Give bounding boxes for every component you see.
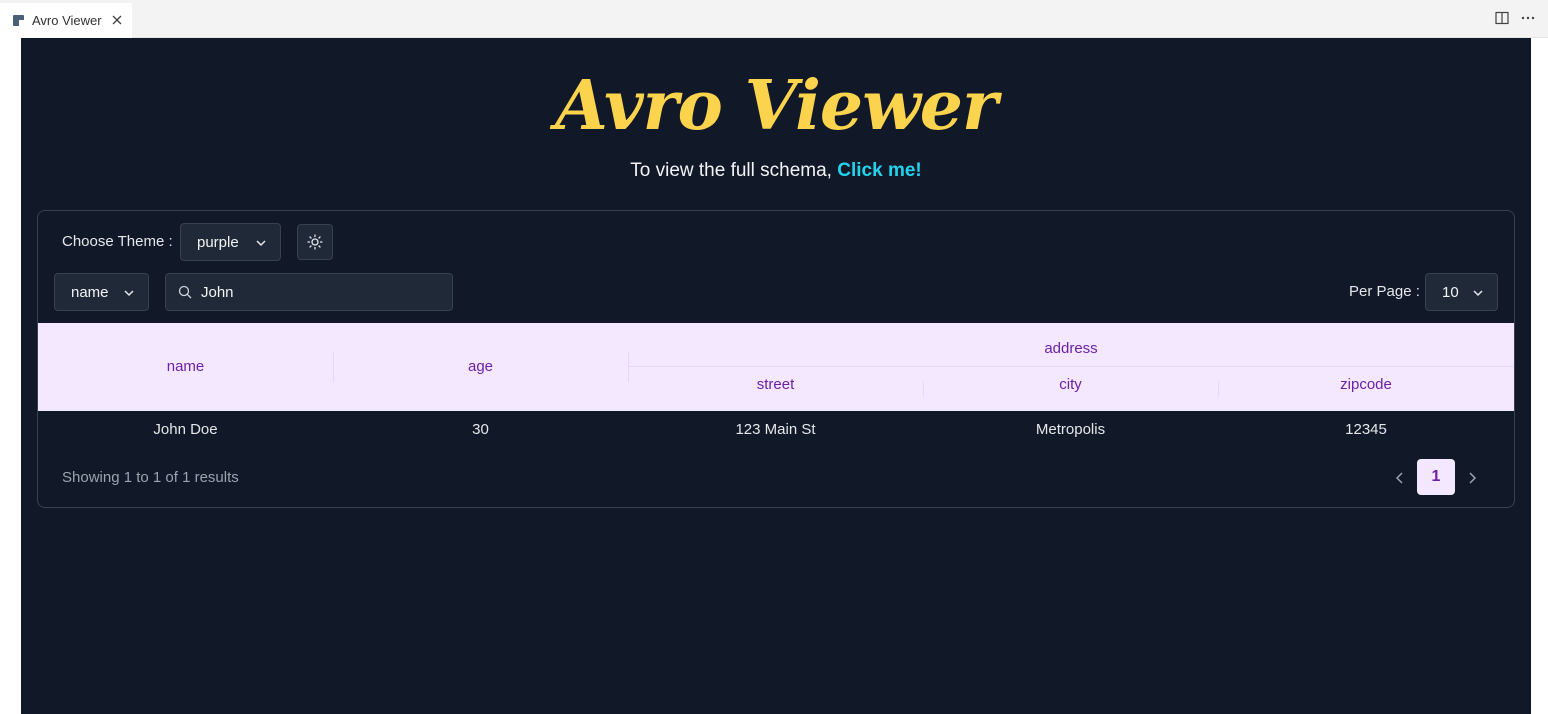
close-icon[interactable] bbox=[109, 12, 125, 28]
cell-city: Metropolis bbox=[1035, 421, 1106, 438]
theme-select-value: purple bbox=[197, 233, 239, 251]
theme-select[interactable]: purple bbox=[180, 223, 281, 261]
sun-icon bbox=[307, 234, 323, 250]
column-header-zipcode[interactable]: zipcode bbox=[1218, 376, 1514, 393]
chevron-right-icon bbox=[1469, 472, 1477, 484]
chevron-down-icon bbox=[1473, 290, 1483, 297]
cell-street: 123 Main St bbox=[735, 421, 816, 438]
page-number-button[interactable]: 1 bbox=[1417, 459, 1455, 495]
column-header-age[interactable]: age bbox=[333, 358, 628, 375]
preview-icon bbox=[13, 15, 24, 26]
table-header: name age address street city zipcode bbox=[38, 323, 1514, 411]
schema-subtitle: To view the full schema, Click me! bbox=[21, 160, 1531, 182]
page-title: Avro Viewer bbox=[555, 66, 998, 146]
previous-page-button[interactable] bbox=[1390, 468, 1410, 488]
chevron-down-icon bbox=[256, 240, 266, 247]
data-table-card: Choose Theme : purple name John Per Page… bbox=[37, 210, 1515, 508]
search-input[interactable] bbox=[201, 283, 441, 301]
column-header-city[interactable]: city bbox=[923, 376, 1218, 393]
column-header-street[interactable]: street bbox=[628, 376, 923, 393]
group-divider bbox=[628, 366, 1514, 367]
avro-viewer-webview: Avro Viewer To view the full schema, Cli… bbox=[21, 38, 1531, 714]
cell-age: 30 bbox=[472, 421, 489, 438]
tab-avro-viewer[interactable]: Avro Viewer bbox=[0, 3, 132, 38]
search-field[interactable] bbox=[165, 273, 453, 311]
theme-mode-toggle[interactable] bbox=[297, 224, 333, 260]
chevron-left-icon bbox=[1395, 472, 1403, 484]
next-page-button[interactable] bbox=[1462, 468, 1482, 488]
more-actions-icon[interactable] bbox=[1520, 10, 1536, 26]
column-header-name[interactable]: name bbox=[38, 358, 333, 375]
search-icon bbox=[178, 285, 192, 299]
theme-label: Choose Theme : bbox=[62, 233, 173, 250]
filter-field-select[interactable]: name bbox=[54, 273, 149, 311]
filter-field-value: name bbox=[71, 283, 109, 301]
per-page-select[interactable]: 10 bbox=[1425, 273, 1498, 311]
split-editor-icon[interactable] bbox=[1494, 10, 1510, 26]
results-summary: Showing 1 to 1 of 1 results bbox=[62, 469, 239, 486]
per-page-value: 10 bbox=[1442, 283, 1459, 301]
cell-zipcode: 12345 bbox=[1345, 421, 1387, 438]
tab-label: Avro Viewer bbox=[32, 13, 102, 28]
view-schema-link[interactable]: Click me! bbox=[837, 160, 921, 181]
chevron-down-icon bbox=[124, 290, 134, 297]
column-group-address: address bbox=[1044, 340, 1098, 357]
subtitle-text: To view the full schema, bbox=[630, 160, 838, 181]
cell-name: John Doe bbox=[153, 421, 218, 438]
editor-tab-bar: Avro Viewer bbox=[0, 0, 1548, 38]
per-page-label: Per Page : bbox=[1349, 283, 1420, 300]
